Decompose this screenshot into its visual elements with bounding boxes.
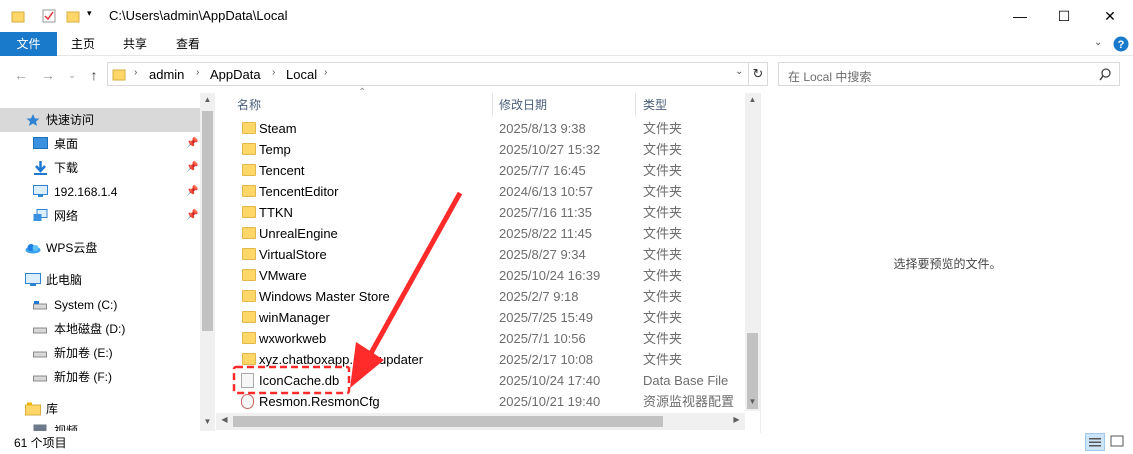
- details-view-button[interactable]: [1085, 433, 1105, 451]
- details-view-icon: [1089, 438, 1101, 447]
- status-bar: 61 个项目: [0, 431, 1133, 454]
- preview-pane: 选择要预览的文件。: [760, 93, 1133, 433]
- large-icons-view-icon: [1110, 435, 1124, 447]
- highlight-box: [232, 365, 351, 395]
- item-count: 61 个项目: [14, 436, 67, 450]
- large-icons-view-button[interactable]: [1108, 433, 1128, 451]
- annotation-arrow-head-icon: [350, 342, 384, 388]
- preview-message: 选择要预览的文件。: [893, 257, 1002, 271]
- annotation-arrow-shaft: [367, 191, 463, 357]
